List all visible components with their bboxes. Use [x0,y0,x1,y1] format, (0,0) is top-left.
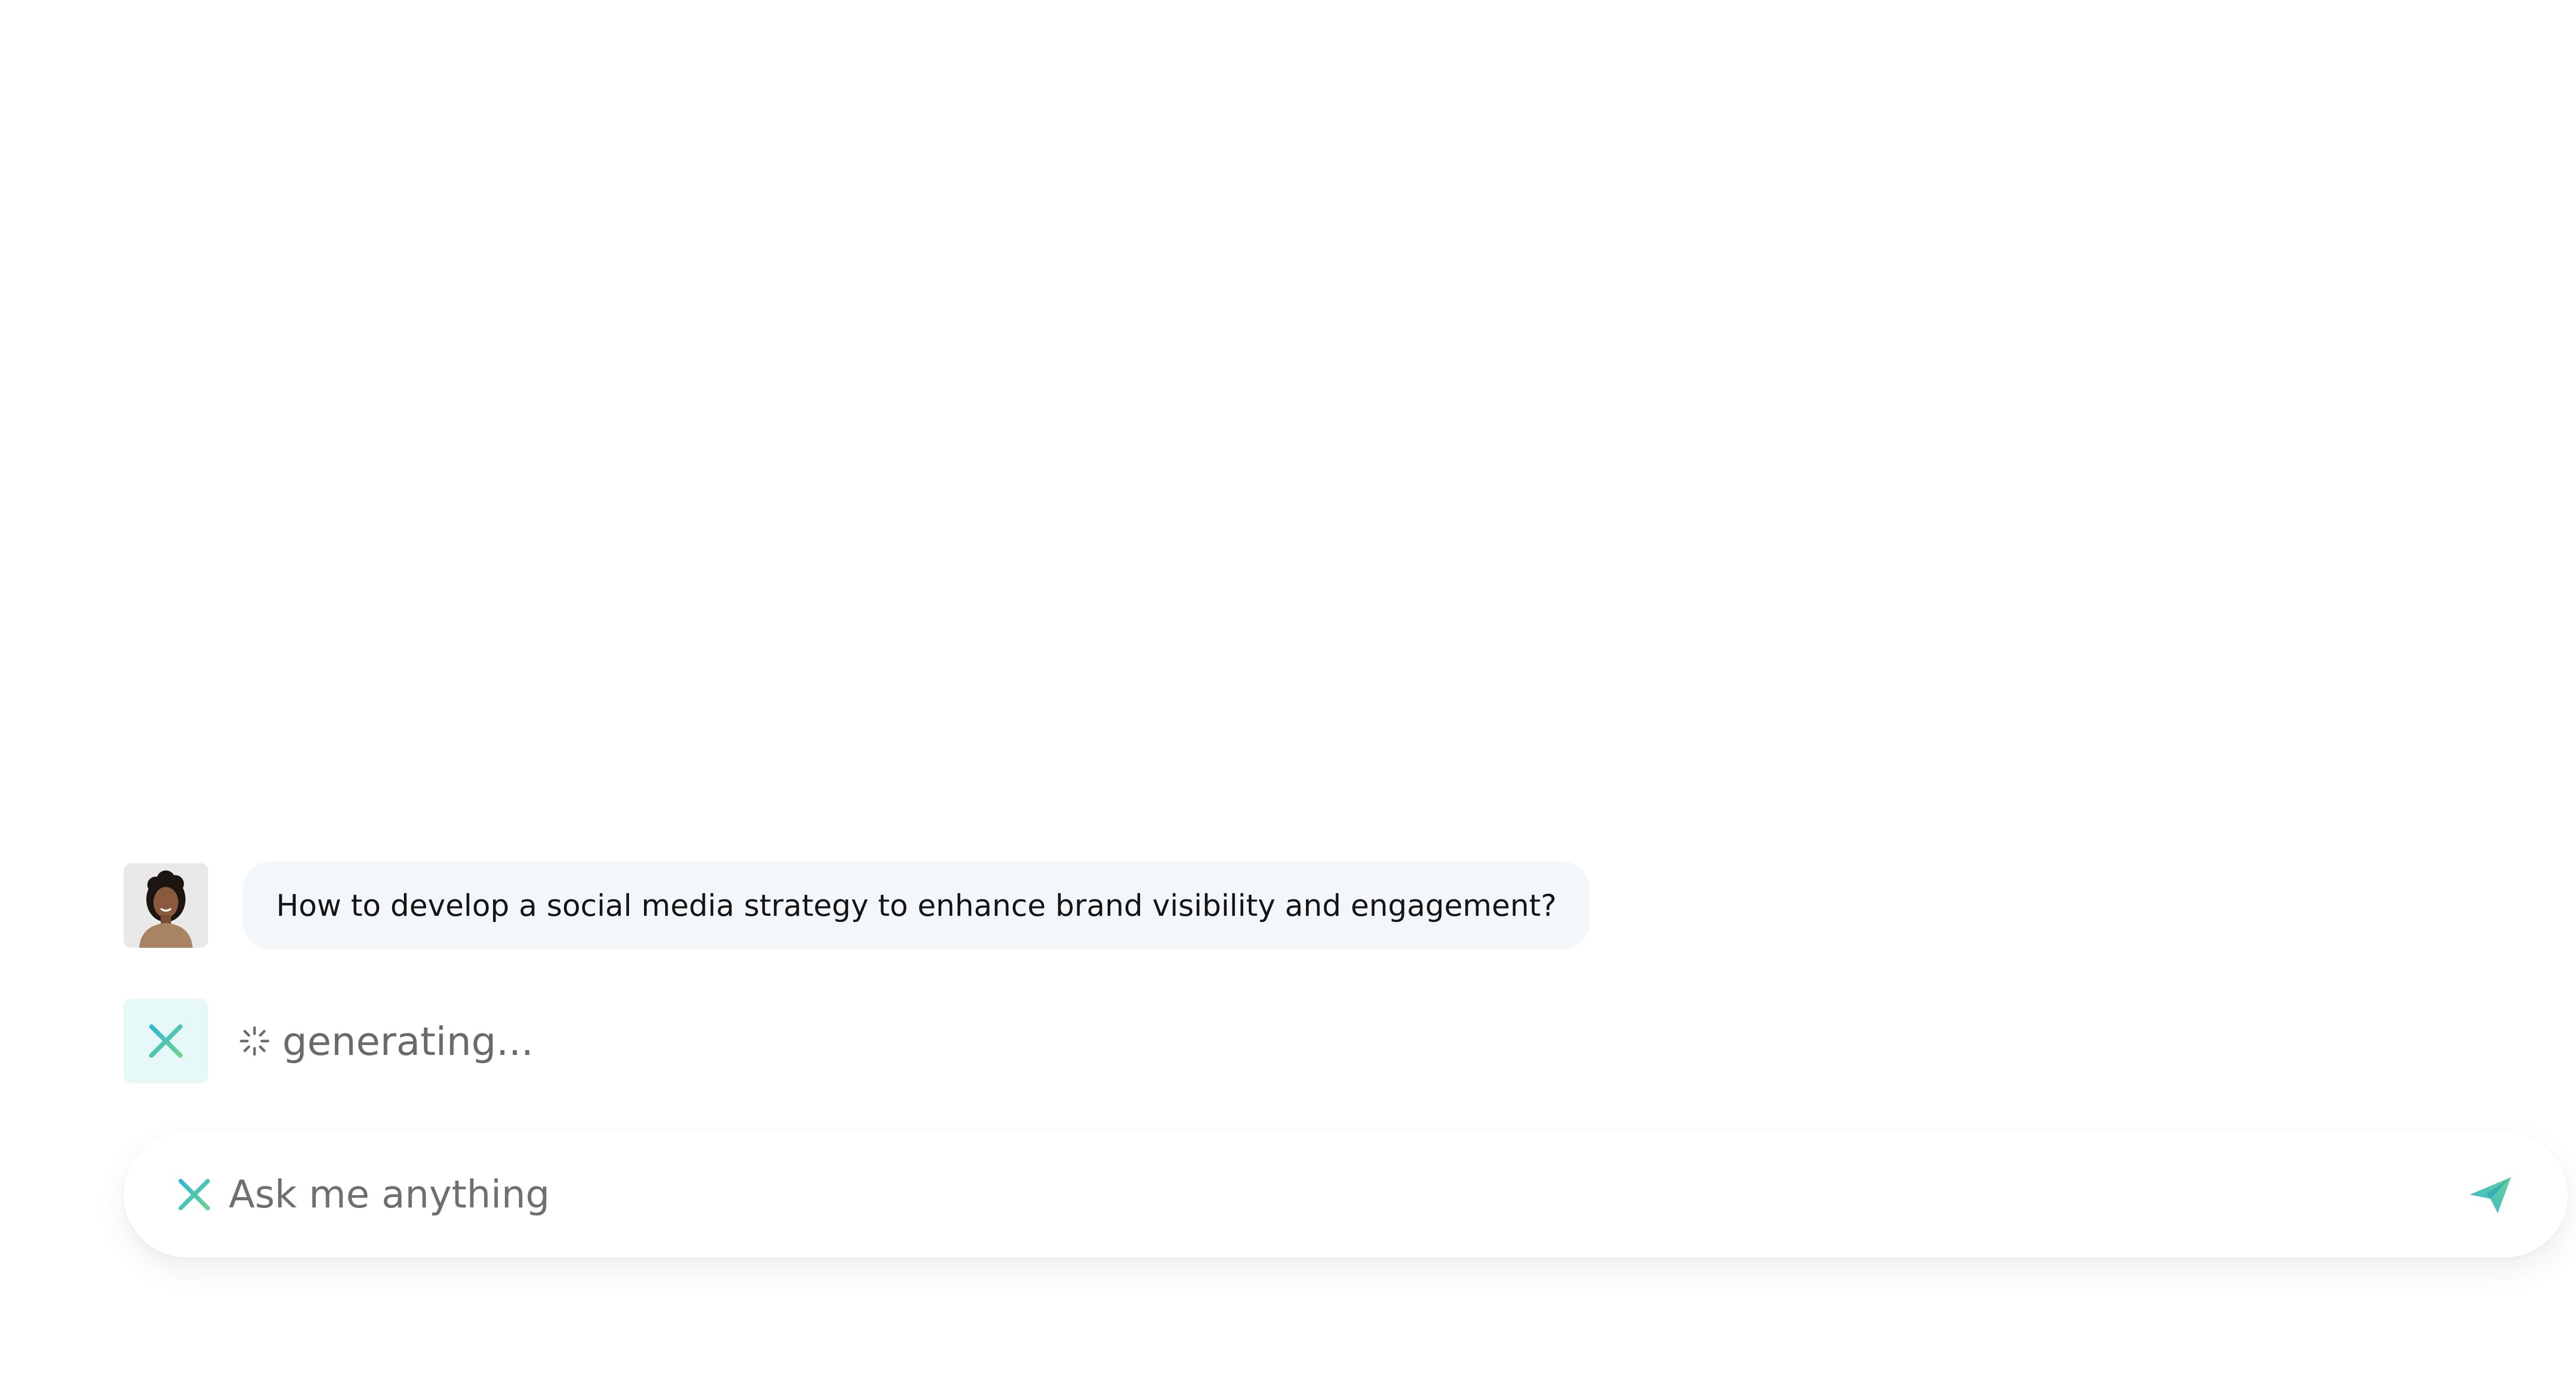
user-avatar-image [124,863,208,948]
chat-input[interactable] [228,1172,2460,1217]
user-message-bubble: How to develop a social media strategy t… [243,862,1590,949]
assistant-avatar [124,999,208,1083]
chat-page: How to develop a social media strategy t… [0,0,2576,1375]
user-message-row: How to develop a social media strategy t… [124,862,1590,949]
user-avatar [124,863,208,948]
user-message-text: How to develop a social media strategy t… [276,888,1557,923]
sparkle-asterisk-icon [143,1018,189,1064]
chat-composer [124,1132,2568,1257]
assistant-message-row: generating... [124,999,534,1083]
paper-plane-send-icon [2470,1177,2511,1213]
generating-status: generating... [282,1018,534,1064]
loading-spinner-icon [239,1026,270,1057]
send-button[interactable] [2460,1164,2521,1226]
sparkle-asterisk-icon [171,1171,217,1218]
